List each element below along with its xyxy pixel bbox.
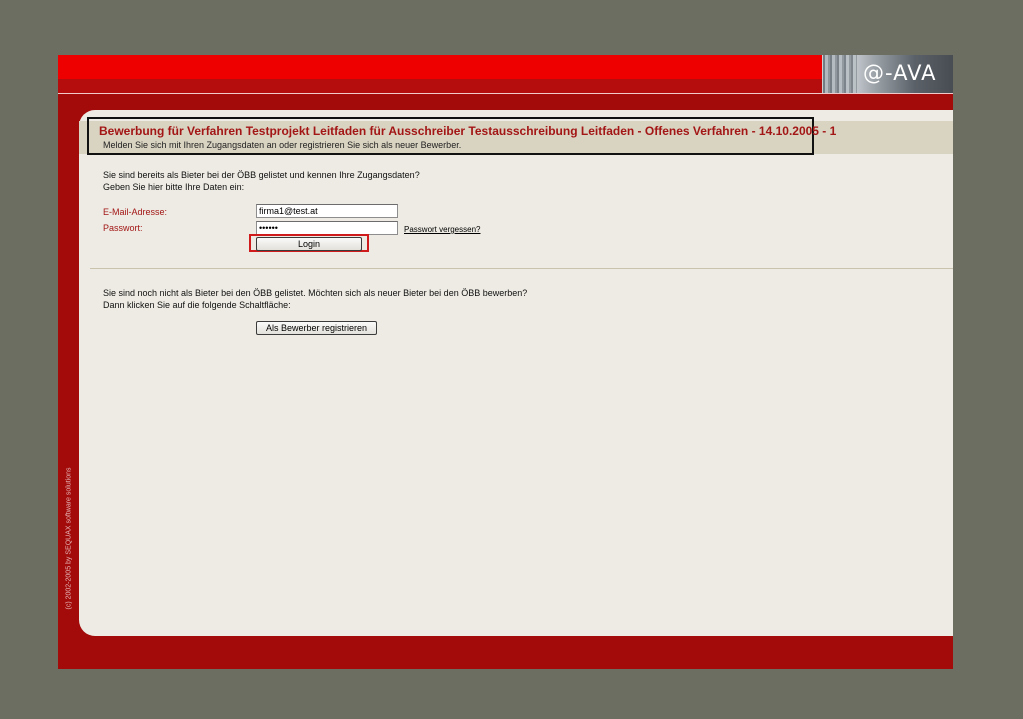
main-content: Bewerbung für Verfahren Testprojekt Leit…	[79, 110, 953, 636]
register-intro-line1: Sie sind noch nicht als Bieter bei den Ö…	[103, 288, 528, 298]
title-box: Bewerbung für Verfahren Testprojekt Leit…	[87, 117, 836, 155]
email-field[interactable]	[256, 204, 398, 218]
password-field[interactable]	[256, 221, 398, 235]
register-intro-line2: Dann klicken Sie auf die folgende Schalt…	[103, 300, 291, 310]
password-label: Passwort:	[103, 223, 143, 233]
section-divider	[90, 268, 953, 269]
login-intro-line2: Geben Sie hier bitte Ihre Daten ein:	[103, 182, 245, 192]
ava-logo: @-AVA	[822, 55, 953, 93]
login-button[interactable]: Login	[256, 237, 362, 251]
forgot-password-link[interactable]: Passwort vergessen?	[404, 225, 480, 234]
register-button[interactable]: Als Bewerber registrieren	[256, 321, 377, 335]
page-subtitle: Melden Sie sich mit Ihren Zugangsdaten a…	[103, 140, 462, 150]
email-label: E-Mail-Adresse:	[103, 207, 168, 217]
top-bar-lower	[58, 79, 953, 93]
page-title: Bewerbung für Verfahren Testprojekt Leit…	[99, 124, 837, 138]
app-frame: @-AVA (c) 2002-2005 by SEQUAX software s…	[58, 55, 953, 669]
logo-image	[823, 55, 857, 93]
copyright-text: (c) 2002-2005 by SEQUAX software solutio…	[65, 467, 73, 610]
top-bar	[58, 55, 953, 79]
login-intro-line1: Sie sind bereits als Bieter bei der ÖBB …	[103, 170, 420, 180]
header-divider	[58, 93, 953, 94]
logo-text: @-AVA	[863, 61, 937, 85]
